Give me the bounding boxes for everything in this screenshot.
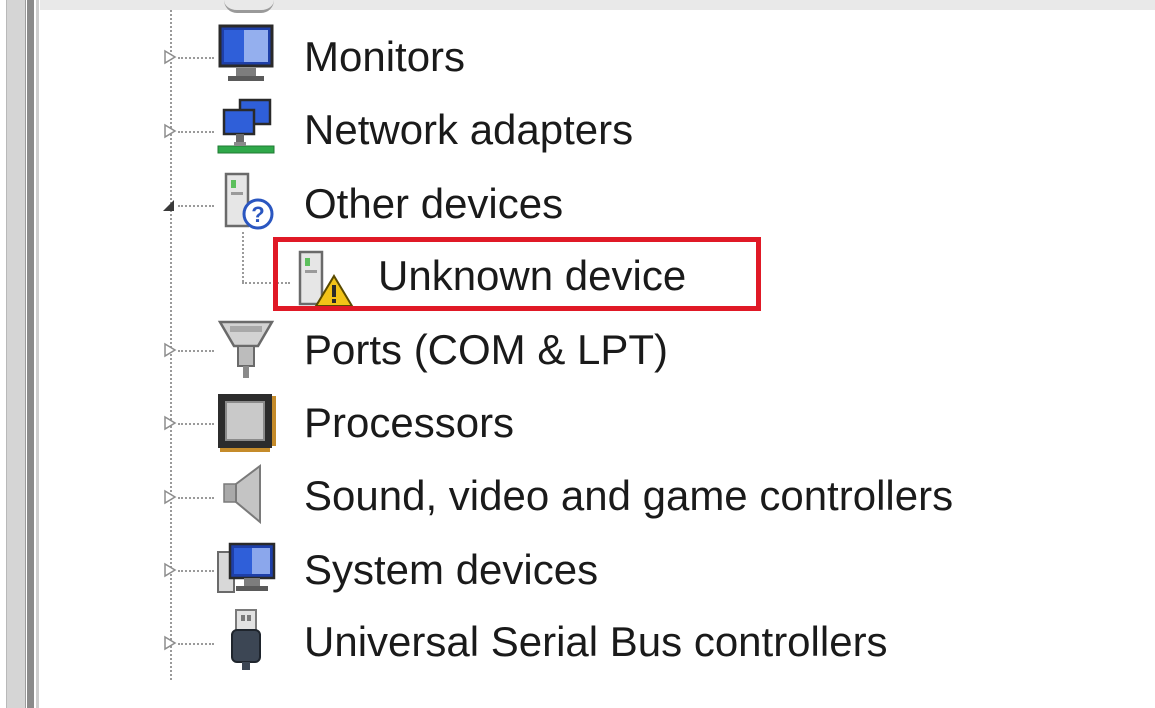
- port-icon: [214, 316, 278, 380]
- tree-branch: [178, 643, 214, 645]
- tree-branch: [178, 423, 214, 425]
- speaker-icon: [214, 462, 278, 526]
- expand-arrow-icon[interactable]: [162, 415, 178, 431]
- network-adapter-icon: [214, 96, 278, 160]
- highlight-box: [273, 237, 761, 311]
- expand-arrow-icon[interactable]: [162, 635, 178, 651]
- tree-branch: [178, 131, 214, 133]
- expand-arrow-icon[interactable]: [162, 123, 178, 139]
- tree-branch: [178, 497, 214, 499]
- tree-item-label[interactable]: System devices: [304, 546, 598, 594]
- expand-arrow-icon[interactable]: [162, 342, 178, 358]
- expand-arrow-icon[interactable]: [162, 562, 178, 578]
- unknown-category-icon: ?: [214, 168, 278, 232]
- system-device-icon: [214, 538, 278, 602]
- tree-item-label[interactable]: Ports (COM & LPT): [304, 326, 668, 374]
- tree-item-label[interactable]: Network adapters: [304, 106, 633, 154]
- expand-arrow-icon[interactable]: [162, 489, 178, 505]
- partial-item-icon: [224, 0, 274, 13]
- tree-item-label[interactable]: Sound, video and game controllers: [304, 472, 953, 520]
- svg-text:?: ?: [251, 202, 264, 227]
- device-tree: Monitors Network adapters ? Other device…: [0, 0, 1155, 708]
- tree-item-label[interactable]: Monitors: [304, 33, 465, 81]
- tree-branch: [178, 57, 214, 59]
- tree-item-label[interactable]: Processors: [304, 399, 514, 447]
- tree-item-label[interactable]: Other devices: [304, 180, 563, 228]
- expand-arrow-icon[interactable]: [162, 49, 178, 65]
- tree-branch: [178, 205, 214, 207]
- collapse-arrow-icon[interactable]: [160, 197, 176, 213]
- tree-branch: [178, 570, 214, 572]
- usb-icon: [214, 608, 278, 672]
- monitor-icon: [214, 20, 278, 84]
- tree-line-child: [242, 232, 244, 282]
- processor-icon: [214, 390, 278, 454]
- tree-branch: [178, 350, 214, 352]
- tree-item-label[interactable]: Universal Serial Bus controllers: [304, 618, 888, 666]
